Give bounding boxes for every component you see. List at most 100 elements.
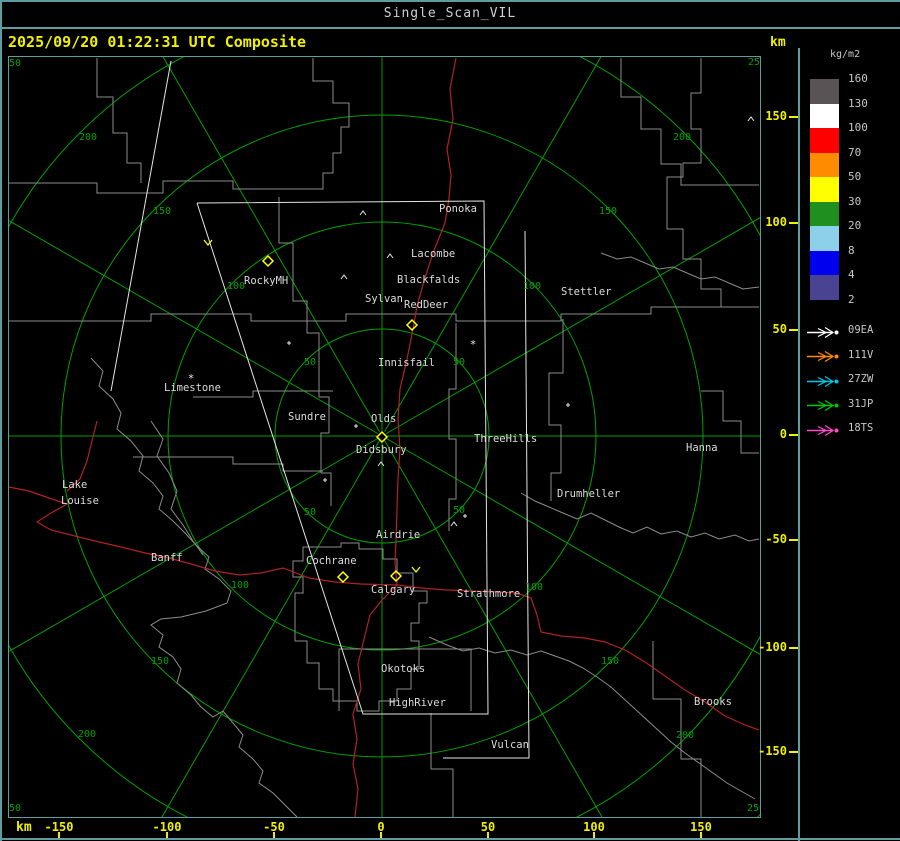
arrow-tip-dot [834, 379, 839, 384]
window-title: Single_Scan_VIL [383, 6, 517, 21]
city-label: Calgary [371, 584, 415, 596]
ring-distance-label: 50 [304, 357, 316, 368]
vil-scale-color-box [810, 226, 839, 251]
vil-scale-value: 8 [848, 243, 855, 257]
vil-scale-color-box [810, 152, 839, 177]
right-axis-label: -100 [758, 640, 787, 654]
ring-distance-label: 250 [8, 803, 21, 814]
vil-scale-color-box [810, 250, 839, 275]
right-axis-label: 150 [765, 109, 787, 123]
vil-scale-color-box [810, 201, 839, 226]
city-label: Drumheller [557, 488, 620, 500]
vil-scale-color-box [810, 103, 839, 128]
scan-outline [110, 60, 172, 392]
plus-marker [323, 478, 327, 482]
ring-distance-label: 50 [453, 505, 465, 516]
titlebar-divider [0, 27, 900, 29]
ring-distance-label: 150 [151, 656, 169, 667]
radar-site-arrow-icon [807, 424, 839, 436]
arrow-tip-dot [834, 403, 839, 408]
map-markers: ** [188, 116, 755, 584]
ring-distance-label: 200 [676, 730, 694, 741]
vector-v-marker [411, 566, 421, 574]
right-axis-tick [789, 647, 798, 649]
radar-site-id: 18TS [848, 422, 874, 435]
city-label: Banff [151, 552, 183, 564]
city-label: Sylvan [365, 293, 403, 305]
radar-site-arrow-icon [807, 400, 839, 412]
caret-marker [359, 210, 367, 216]
ring-distance-label: 150 [153, 206, 171, 217]
vil-scale-color-box [810, 177, 839, 202]
boundary-line [448, 323, 457, 531]
asterisk-marker: * [188, 372, 195, 385]
vil-scale-value: 50 [848, 169, 862, 183]
vil-scale-value: 20 [848, 218, 862, 232]
city-label: Olds [371, 413, 396, 425]
city-label: HighRiver [389, 697, 446, 709]
ring-distance-label: 200 [673, 132, 691, 143]
ring-distance-label: 150 [601, 656, 619, 667]
vil-scale-value: 30 [848, 194, 862, 208]
city-label: Hanna [686, 442, 718, 454]
scan-area-outlines [110, 60, 530, 759]
caret-marker [386, 253, 394, 259]
boundary-line [520, 492, 760, 542]
radar-map: 50 50 50 50 100 100 100 100 150 150 150 150 200 200 20… [8, 56, 761, 818]
range-ring [756, 57, 760, 817]
right-axis-tick [789, 751, 798, 753]
ring-distance-label: 50 [304, 507, 316, 518]
city-label: Lacombe [411, 248, 455, 260]
caret-marker [340, 274, 348, 280]
city-label: Lake [62, 479, 87, 491]
highway-line [394, 57, 457, 586]
radar-site-row [806, 324, 844, 338]
city-label: ThreeHills [474, 433, 537, 445]
right-axis-tick [789, 434, 798, 436]
vil-color-scale [810, 79, 839, 300]
highways [9, 57, 760, 817]
boundary-line [96, 58, 142, 183]
boundary-line [430, 713, 454, 817]
vil-scale-value: 130 [848, 96, 868, 110]
plus-marker [287, 341, 291, 345]
vil-scale-value: 160 [848, 71, 868, 85]
window-bottom-border [0, 838, 900, 840]
boundary-line [292, 542, 428, 712]
ring-distance-label: 100 [523, 281, 541, 292]
city-label: Strathmore [457, 588, 520, 600]
city-label: RockyMH [244, 275, 288, 287]
boundary-line [600, 252, 760, 290]
right-axis-label: 50 [772, 322, 787, 336]
bottom-axis-units: km [16, 820, 32, 835]
asterisk-marker: * [470, 338, 477, 351]
boundary-line [620, 58, 759, 186]
caret-marker [450, 521, 458, 527]
boundary-line [666, 58, 722, 307]
right-axis-label: 0 [779, 427, 787, 441]
station-diamond-marker [405, 318, 419, 332]
radar-app-window: Single_Scan_VIL 2025/09/20 01:22:31 UTC … [0, 0, 900, 841]
city-label: Sundre [288, 411, 326, 423]
ring-distance-label: 50 [453, 357, 465, 368]
boundary-line [9, 58, 350, 194]
right-axis-tick [789, 116, 798, 118]
city-label: Airdrie [376, 529, 420, 541]
radial-spoke [162, 57, 380, 432]
boundary-line [548, 319, 564, 501]
legend-panel-divider [798, 48, 800, 841]
arrow-tip-dot [834, 428, 839, 433]
ring-distance-label: 100 [231, 580, 249, 591]
boundary-line [428, 636, 756, 800]
ring-distance-label: 250 [748, 57, 761, 68]
city-label: Blackfalds [397, 274, 460, 286]
highway-line [396, 584, 760, 731]
radar-site-arrow-icon [807, 326, 839, 338]
right-axis-tick [789, 222, 798, 224]
radar-site-row [806, 397, 844, 412]
radial-spoke [161, 440, 380, 817]
plus-marker [566, 403, 570, 407]
right-axis-label: -50 [765, 532, 787, 546]
boundary-line [9, 306, 759, 322]
window-top-border [0, 0, 900, 2]
